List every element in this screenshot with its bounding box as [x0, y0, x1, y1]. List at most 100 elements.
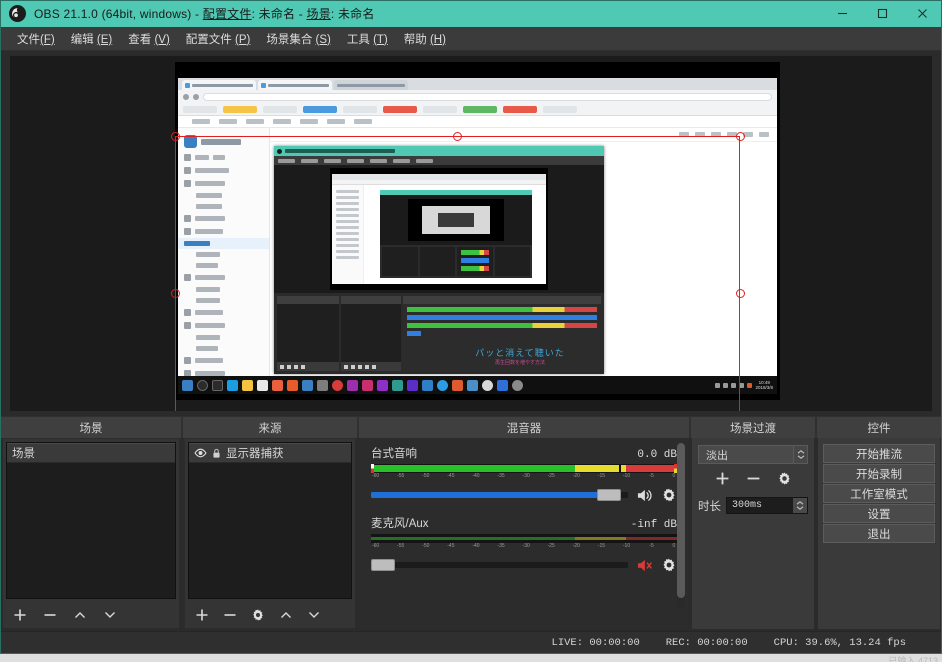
captured-taskbar: 10:49 2018/3/8 [178, 376, 777, 394]
captured-tab [182, 80, 256, 90]
meter-tick: -20 [572, 473, 580, 479]
scene-list-item[interactable]: 场景 [7, 443, 175, 463]
dock-list [277, 304, 339, 362]
mixer-scrollbar-thumb[interactable] [677, 443, 685, 599]
bookmark-item [423, 105, 457, 113]
transition-select[interactable]: 淡出 [698, 445, 808, 464]
captured-browser-tabs [178, 78, 777, 90]
preview-area[interactable]: パッと消えて聴いた 再生回数を増やす方法 10:49 2018/3/8 [10, 56, 932, 411]
close-button[interactable] [902, 0, 942, 27]
exit-button[interactable]: 退出 [823, 524, 935, 543]
row-label [196, 252, 220, 257]
meter-tick: -5 [649, 543, 654, 549]
duration-input[interactable]: 300ms [726, 497, 808, 514]
settings-button[interactable]: 设置 [823, 504, 935, 523]
visibility-eye-icon[interactable] [194, 448, 207, 458]
title-bar: OBS 21.1.0 (64bit, windows) - 配置文件: 未命名 … [0, 0, 942, 27]
move-source-down-button[interactable] [306, 607, 322, 623]
row-label [195, 216, 225, 221]
menu-edit-label: 编辑 [70, 33, 97, 46]
volume-slider[interactable] [371, 489, 628, 501]
resize-handle-top-left[interactable] [170, 131, 180, 141]
speaker-muted-icon[interactable] [636, 558, 653, 573]
menu-scene-collection[interactable]: 场景集合 (S) [258, 28, 339, 50]
sidebar-row [178, 249, 269, 260]
sidebar-row-selected [178, 238, 269, 249]
taskbar-app-icon [347, 379, 358, 391]
menu-file[interactable]: 文件(F) [9, 28, 63, 50]
taskbar-obs-icon [317, 379, 328, 391]
menu-view-accel: (V) [154, 33, 170, 46]
duration-spinner[interactable] [793, 498, 807, 513]
row-label [196, 287, 220, 292]
bookmark-item [223, 105, 257, 113]
preview-canvas[interactable]: パッと消えて聴いた 再生回数を増やす方法 10:49 2018/3/8 [175, 62, 780, 400]
mixer-dock: 混音器 台式音响 0.0 dB -60 -55 -50 -45 -40 -35 … [358, 416, 690, 631]
source-list[interactable]: 显示器捕获 [188, 442, 352, 599]
mixer-scrollbar[interactable] [677, 443, 685, 608]
nested-menu-item [370, 158, 387, 163]
resize-handle-top-right[interactable] [735, 131, 745, 141]
menu-help[interactable]: 帮助 (H) [396, 28, 454, 50]
bookmark-item [183, 105, 217, 113]
source-properties-button[interactable] [250, 607, 266, 623]
speaker-on-icon[interactable] [636, 488, 653, 503]
menu-edit[interactable]: 编辑 (E) [63, 28, 121, 50]
scenes-dock: 场景 场景 [0, 416, 182, 631]
taskbar-app-icon [287, 379, 298, 391]
minimize-button[interactable] [822, 0, 862, 27]
row-icon [184, 228, 191, 235]
move-scene-down-button[interactable] [102, 607, 118, 623]
add-source-button[interactable] [194, 607, 210, 623]
resize-handle-middle-left[interactable] [170, 289, 180, 298]
row-icon [184, 154, 191, 161]
captured-tab [334, 80, 408, 90]
scene-list[interactable]: 场景 [6, 442, 176, 599]
dock-title [341, 296, 401, 304]
toolbar-icon [743, 132, 753, 137]
studio-mode-button[interactable]: 工作室模式 [823, 484, 935, 503]
volume-slider-knob[interactable] [371, 559, 395, 571]
menu-profile[interactable]: 配置文件 (P) [178, 28, 259, 50]
add-scene-button[interactable] [12, 607, 28, 623]
gear-icon[interactable] [661, 487, 677, 503]
transition-spinner[interactable] [793, 446, 807, 463]
captured-text-line1: パッと消えて聴いた [475, 348, 565, 358]
lock-icon[interactable] [212, 448, 221, 459]
remove-scene-button[interactable] [42, 607, 58, 623]
transition-selected-value: 淡出 [706, 449, 728, 462]
start-streaming-button[interactable]: 开始推流 [823, 444, 935, 463]
url-field [203, 92, 772, 101]
move-source-up-button[interactable] [278, 607, 294, 623]
nested-menu-bar [274, 156, 604, 165]
toolbar-icon [695, 132, 705, 137]
add-icon [344, 364, 348, 369]
nested2-meter [407, 323, 597, 328]
bookmark-item [503, 105, 537, 113]
controls-dock: 控件 开始推流 开始录制 工作室模式 设置 退出 [816, 416, 942, 631]
volume-slider[interactable] [371, 559, 628, 571]
start-recording-button[interactable]: 开始录制 [823, 464, 935, 483]
add-transition-button[interactable] [715, 471, 730, 491]
duration-label: 时长 [698, 500, 721, 513]
menu-view[interactable]: 查看 (V) [120, 28, 178, 50]
move-scene-up-button[interactable] [72, 607, 88, 623]
nested3-row [336, 226, 359, 229]
resize-handle-middle-right[interactable] [735, 289, 745, 298]
volume-slider-knob[interactable] [597, 489, 622, 501]
sidebar-row [178, 332, 269, 343]
source-list-item[interactable]: 显示器捕获 [189, 443, 351, 463]
remove-source-button[interactable] [222, 607, 238, 623]
gear-icon[interactable] [661, 557, 677, 573]
maximize-button[interactable] [862, 0, 902, 27]
tab-title-placeholder [337, 83, 405, 87]
resize-handle-top-center[interactable] [453, 131, 462, 141]
menu-file-label: 文件 [17, 33, 40, 46]
menu-tools[interactable]: 工具 (T) [339, 28, 396, 50]
live-timer: LIVE: 00:00:00 [551, 637, 640, 649]
transition-properties-gear-icon[interactable] [777, 471, 792, 491]
meter-tick: -25 [547, 543, 555, 549]
row-label [196, 298, 220, 303]
nested2-slider [407, 315, 597, 320]
remove-transition-button[interactable] [746, 471, 761, 491]
